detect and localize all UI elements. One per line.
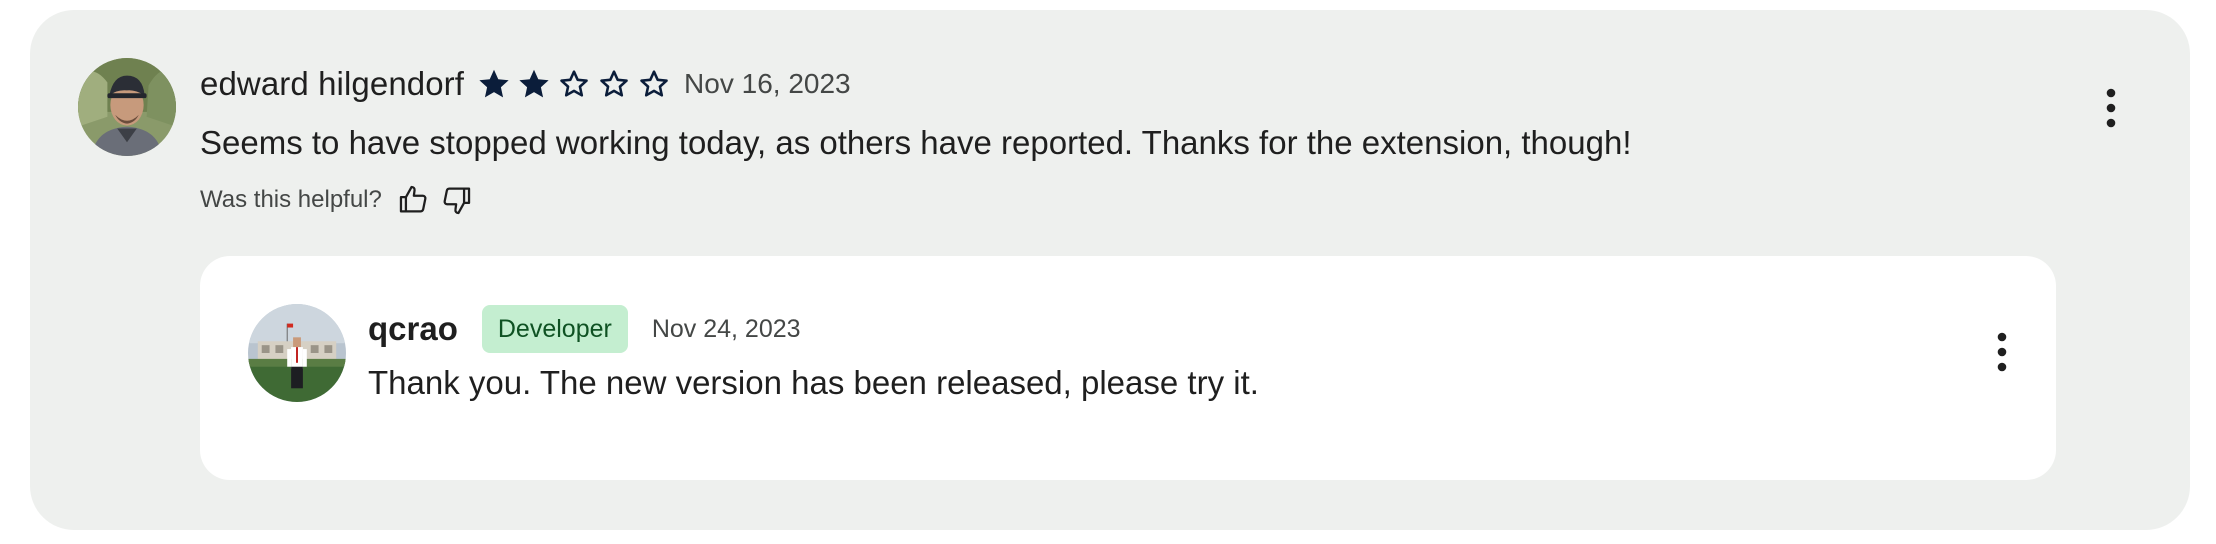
review-date: Nov 16, 2023: [684, 68, 851, 99]
star-outline-icon: [600, 70, 628, 97]
star-filled-icon: [519, 69, 549, 98]
reviewer-avatar: [78, 58, 176, 156]
reply-header: qcrao Developer Nov 24, 2023: [368, 304, 801, 354]
star-rating: [476, 66, 672, 102]
helpful-label: Was this helpful?: [200, 186, 382, 213]
developer-reply-card: qcrao Developer Nov 24, 2023 Thank you. …: [200, 256, 2056, 480]
developer-name: qcrao: [368, 310, 458, 347]
reviewer-name: edward hilgendorf: [200, 65, 465, 102]
more-vertical-icon: [2106, 88, 2116, 128]
developer-badge: Developer: [481, 305, 628, 353]
star-filled-icon: [479, 69, 509, 98]
review-more-options-button[interactable]: [2089, 80, 2133, 136]
helpful-row: Was this helpful?: [200, 180, 474, 220]
review-header: edward hilgendorf Nov 16, 2023: [200, 62, 851, 106]
reply-more-options-button[interactable]: [1980, 324, 2024, 380]
review-text: Seems to have stopped working today, as …: [200, 124, 1632, 161]
thumb-up-icon[interactable]: [396, 183, 430, 217]
thumb-down-icon[interactable]: [440, 183, 474, 217]
reply-text: Thank you. The new version has been rele…: [368, 364, 1259, 401]
star-outline-icon: [560, 70, 588, 97]
reply-date: Nov 24, 2023: [651, 314, 801, 343]
review-card: edward hilgendorf Nov 16, 2023 Seems to …: [30, 10, 2190, 530]
developer-avatar: [248, 304, 346, 402]
more-vertical-icon: [1997, 332, 2007, 372]
star-outline-icon: [640, 70, 668, 97]
